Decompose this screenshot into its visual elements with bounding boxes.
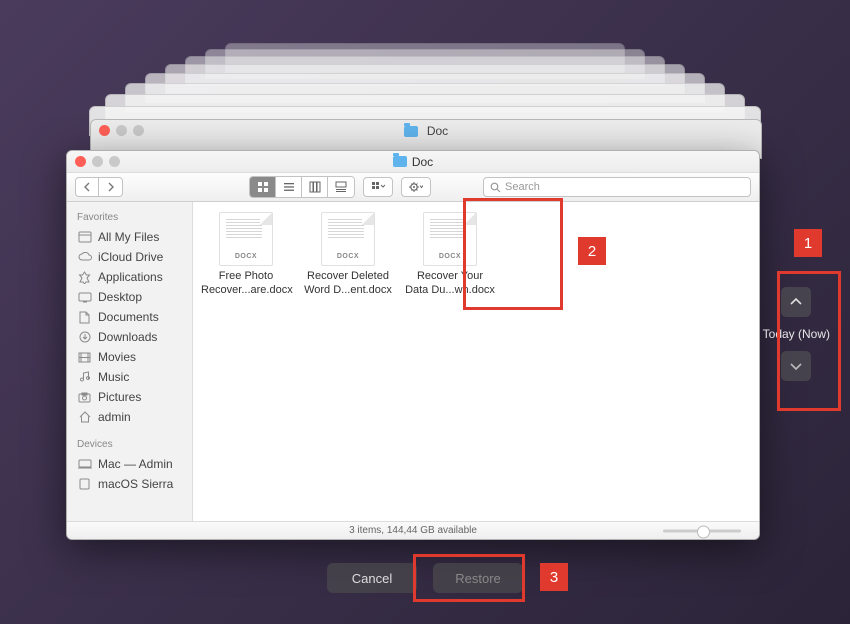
- sidebar-item-music[interactable]: Music: [67, 367, 192, 387]
- minimize-icon[interactable]: [92, 156, 103, 167]
- search-input[interactable]: Search: [483, 177, 751, 197]
- desktop-icon: [77, 291, 92, 304]
- annotation-number: 3: [540, 563, 568, 591]
- annotation-box: [463, 198, 563, 310]
- sidebar-item-movies[interactable]: Movies: [67, 347, 192, 367]
- sidebar-item-mac-admin[interactable]: Mac — Admin: [67, 454, 192, 474]
- sidebar-item-applications[interactable]: Applications: [67, 267, 192, 287]
- document-icon: DOCX: [219, 212, 273, 266]
- back-button[interactable]: [75, 177, 99, 197]
- arrange-button[interactable]: [363, 177, 393, 197]
- disk-icon: [77, 478, 92, 491]
- document-icon: DOCX: [321, 212, 375, 266]
- sidebar-item-label: Documents: [98, 310, 159, 324]
- sidebar-item-desktop[interactable]: Desktop: [67, 287, 192, 307]
- file-extension-label: DOCX: [220, 253, 272, 262]
- folder-icon: [393, 156, 407, 167]
- annotation-box: [413, 554, 525, 602]
- pictures-icon: [77, 391, 92, 404]
- file-name: Recover DeletedWord D...ent.docx: [303, 270, 393, 298]
- traffic-lights: [75, 156, 120, 167]
- sidebar-item-label: macOS Sierra: [98, 477, 173, 491]
- sidebar-section-favorites: Favorites: [67, 208, 192, 227]
- status-text: 3 items, 144,44 GB available: [349, 525, 477, 536]
- sidebar-item-macos-sierra[interactable]: macOS Sierra: [67, 474, 192, 494]
- mac-icon: [77, 458, 92, 471]
- sidebar-item-label: Music: [98, 370, 129, 384]
- sidebar-item-label: Movies: [98, 350, 136, 364]
- forward-button[interactable]: [99, 177, 123, 197]
- sidebar-item-documents[interactable]: Documents: [67, 307, 192, 327]
- close-icon[interactable]: [75, 156, 86, 167]
- search-icon: [490, 182, 501, 193]
- finder-window: Doc: [66, 150, 760, 540]
- toolbar: Search: [67, 173, 759, 202]
- column-view-button[interactable]: [302, 177, 328, 197]
- downloads-icon: [77, 331, 92, 344]
- nav-buttons: [75, 177, 123, 197]
- cancel-button[interactable]: Cancel: [327, 563, 417, 593]
- sidebar-item-label: Pictures: [98, 390, 141, 404]
- sidebar-item-label: All My Files: [98, 230, 159, 244]
- icon-size-slider[interactable]: [663, 529, 741, 532]
- window-title-text: Doc: [427, 124, 448, 138]
- annotation-number: 1: [794, 229, 822, 257]
- icon-view-button[interactable]: [250, 177, 276, 197]
- statusbar: 3 items, 144,44 GB available: [67, 521, 759, 539]
- sidebar-item-label: iCloud Drive: [98, 250, 163, 264]
- all-files-icon: [77, 231, 92, 244]
- sidebar-item-pictures[interactable]: Pictures: [67, 387, 192, 407]
- sidebar-item-label: Mac — Admin: [98, 457, 173, 471]
- annotation-box: [777, 271, 841, 411]
- file-item[interactable]: DOCX Recover DeletedWord D...ent.docx: [303, 212, 393, 298]
- sidebar-item-label: Desktop: [98, 290, 142, 304]
- maximize-icon[interactable]: [109, 156, 120, 167]
- sidebar-item-icloud[interactable]: iCloud Drive: [67, 247, 192, 267]
- sidebar-section-devices: Devices: [67, 435, 192, 454]
- sidebar-item-label: Downloads: [98, 330, 157, 344]
- applications-icon: [77, 271, 92, 284]
- annotation-number: 2: [578, 237, 606, 265]
- close-icon[interactable]: [99, 125, 110, 136]
- action-button[interactable]: [401, 177, 431, 197]
- file-extension-label: DOCX: [322, 253, 374, 262]
- movies-icon: [77, 351, 92, 364]
- sidebar-item-admin[interactable]: admin: [67, 407, 192, 427]
- coverflow-view-button[interactable]: [328, 177, 354, 197]
- window-title: Doc: [91, 120, 761, 142]
- file-name: Free PhotoRecover...are.docx: [201, 270, 291, 298]
- window-title-text: Doc: [412, 155, 433, 169]
- home-icon: [77, 411, 92, 424]
- list-view-button[interactable]: [276, 177, 302, 197]
- sidebar-item-label: admin: [98, 410, 131, 424]
- search-placeholder: Search: [505, 181, 540, 193]
- traffic-lights: [99, 125, 144, 136]
- folder-icon: [404, 126, 418, 137]
- music-icon: [77, 371, 92, 384]
- view-mode-segmented: [249, 176, 355, 198]
- maximize-icon: [133, 125, 144, 136]
- sidebar-item-all-my-files[interactable]: All My Files: [67, 227, 192, 247]
- cloud-icon: [77, 251, 92, 264]
- documents-icon: [77, 311, 92, 324]
- sidebar-item-label: Applications: [98, 270, 163, 284]
- sidebar: Favorites All My Files iCloud Drive Appl…: [67, 202, 193, 521]
- minimize-icon: [116, 125, 127, 136]
- sidebar-item-downloads[interactable]: Downloads: [67, 327, 192, 347]
- file-item[interactable]: DOCX Free PhotoRecover...are.docx: [201, 212, 291, 298]
- titlebar: Doc: [67, 151, 759, 173]
